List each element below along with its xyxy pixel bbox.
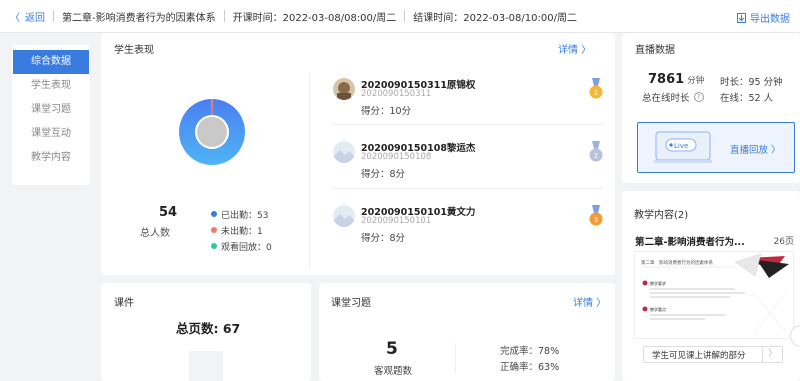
content-page-count: 26页 bbox=[773, 237, 794, 247]
visible-content-tip[interactable]: 学生可见课上讲解的部分 〉 bbox=[643, 346, 783, 363]
student-performance-card: 学生表现 详情 〉 54 总人数 已出勤：53 未出勤：1 观看回放：0 202… bbox=[101, 33, 615, 275]
total-online-label: 总在线时长 bbox=[642, 93, 690, 104]
exercise-card: 课堂习题 详情 〉 5 客观题数 完成率：78% 正确率：63% bbox=[319, 283, 615, 381]
objective-question-label: 客观题数 bbox=[374, 366, 413, 377]
total-online-unit: 分钟 bbox=[687, 76, 705, 86]
nav-item-student-performance[interactable]: 学生表现 bbox=[13, 74, 89, 98]
back-button[interactable]: 〈 返回 bbox=[10, 9, 45, 24]
svg-text:教学重点: 教学重点 bbox=[650, 306, 666, 312]
details-link[interactable]: 详情 〉 bbox=[558, 41, 591, 56]
avatar bbox=[333, 141, 355, 163]
legend-attended: 已出勤：53 bbox=[211, 206, 272, 222]
svg-text:第二章 影响消费者行为的因素体系: 第二章 影响消费者行为的因素体系 bbox=[641, 259, 713, 266]
courseware-thumbnail[interactable] bbox=[189, 351, 223, 381]
chevron-left-icon: 〈 bbox=[10, 12, 20, 24]
details-link[interactable]: 详情 〉 bbox=[573, 294, 606, 309]
student-score: 得分：8分 bbox=[361, 233, 406, 244]
legend-dot bbox=[211, 243, 217, 249]
live-replay-button[interactable]: Live 直播回放 〉 bbox=[637, 122, 795, 173]
svg-text:3: 3 bbox=[594, 216, 598, 224]
nav-item-overview[interactable]: 综合数据 bbox=[13, 50, 89, 74]
divider bbox=[404, 10, 406, 22]
tip-label: 学生可见课上讲解的部分 bbox=[652, 350, 746, 361]
divider bbox=[309, 73, 310, 268]
nav-item-exercises[interactable]: 课堂习题 bbox=[13, 98, 89, 122]
svg-text:教学要求: 教学要求 bbox=[650, 280, 666, 286]
avatar bbox=[333, 78, 355, 100]
nav-item-interaction[interactable]: 课堂互动 bbox=[13, 122, 89, 146]
live-data-card: 直播数据 7861 分钟 总在线时长 ? 时长：95 分钟 在线：52 人 Liv… bbox=[622, 33, 800, 183]
student-id: 2020090150108 bbox=[361, 152, 432, 162]
legend-label: 未出勤：1 bbox=[221, 226, 263, 237]
legend-dot bbox=[211, 227, 217, 233]
completion-rate: 完成率：78% bbox=[500, 346, 560, 357]
top-bar: 〈 返回 第二章-影响消费者行为的因素体系 开课时间：2022-03-08/08… bbox=[0, 0, 800, 33]
legend-absent: 未出勤：1 bbox=[211, 222, 272, 238]
total-online-minutes: 7861 分钟 bbox=[648, 72, 704, 87]
avatar bbox=[333, 205, 355, 227]
total-online-value: 7861 bbox=[648, 72, 685, 87]
courseware-total-pages: 总页数: 67 bbox=[176, 321, 241, 336]
student-id: 2020090150101 bbox=[361, 216, 432, 226]
accuracy-rate: 正确率：63% bbox=[500, 362, 560, 373]
card-title: 教学内容(2) bbox=[634, 210, 689, 221]
legend-label: 观看回放：0 bbox=[221, 242, 272, 253]
help-icon[interactable]: ? bbox=[693, 92, 704, 102]
card-title: 直播数据 bbox=[635, 45, 675, 56]
student-row[interactable]: 2020090150108黎运杰 2020090150108 得分：8分 2 bbox=[333, 137, 603, 195]
card-title: 学生表现 bbox=[114, 45, 154, 56]
attendance-donut-chart bbox=[179, 99, 245, 165]
left-nav: 综合数据 学生表现 课堂习题 课堂互动 教学内容 bbox=[12, 45, 90, 185]
svg-text:1: 1 bbox=[594, 89, 598, 97]
courseware-card: 课件 总页数: 67 bbox=[101, 283, 311, 381]
live-replay-label: 直播回放 〉 bbox=[730, 145, 781, 156]
slide-thumbnail[interactable]: 第二章 影响消费者行为的因素体系 教学要求 教学重点 bbox=[634, 251, 794, 339]
export-icon bbox=[737, 12, 746, 23]
export-label: 导出数据 bbox=[750, 14, 790, 25]
export-button[interactable]: 导出数据 bbox=[737, 10, 790, 25]
legend-label: 已出勤：53 bbox=[221, 210, 269, 221]
student-id: 2020090150311 bbox=[361, 89, 432, 99]
divider bbox=[455, 343, 456, 373]
divider bbox=[333, 124, 603, 125]
live-duration: 时长：95 分钟 bbox=[720, 77, 783, 88]
objective-question-count: 5 bbox=[386, 339, 398, 359]
legend-dot bbox=[211, 211, 217, 217]
student-score: 得分：8分 bbox=[361, 169, 406, 180]
bronze-medal-icon: 3 bbox=[589, 205, 603, 226]
divider bbox=[53, 10, 54, 22]
total-online-label-row: 总在线时长 ? bbox=[642, 90, 704, 104]
chapter-title: 第二章-影响消费者行为的因素体系 bbox=[62, 12, 216, 24]
content-name[interactable]: 第二章-影响消费者行为... bbox=[635, 234, 745, 248]
live-screen-icon: Live bbox=[654, 131, 712, 163]
card-title: 课堂习题 bbox=[331, 298, 371, 309]
end-time: 结课时间：2022-03-08/10:00/周二 bbox=[413, 12, 577, 24]
total-students: 54 bbox=[159, 205, 178, 220]
silver-medal-icon: 2 bbox=[589, 141, 603, 162]
back-label: 返回 bbox=[25, 12, 45, 24]
divider bbox=[333, 188, 603, 189]
divider bbox=[223, 10, 225, 22]
svg-text:2: 2 bbox=[594, 152, 598, 160]
student-row[interactable]: 2020090150101黄文力 2020090150101 得分：8分 3 bbox=[333, 201, 603, 259]
card-title: 课件 bbox=[114, 298, 134, 309]
teaching-content-card: 教学内容(2) 第二章-影响消费者行为... 26页 第二章 影响消费者行为的因… bbox=[622, 191, 800, 381]
student-score: 得分：10分 bbox=[361, 106, 412, 117]
attendance-legend: 已出勤：53 未出勤：1 观看回放：0 bbox=[211, 206, 272, 254]
chevron-right-icon: 〉 bbox=[762, 347, 782, 362]
start-time: 开课时间：2022-03-08/08:00/周二 bbox=[232, 12, 397, 24]
nav-item-content[interactable]: 教学内容 bbox=[13, 146, 89, 170]
gold-medal-icon: 1 bbox=[589, 78, 603, 99]
legend-replay: 观看回放：0 bbox=[211, 238, 272, 254]
live-online-count: 在线：52 人 bbox=[720, 93, 774, 104]
svg-text:Live: Live bbox=[674, 142, 688, 150]
total-students-label: 总人数 bbox=[140, 228, 170, 239]
